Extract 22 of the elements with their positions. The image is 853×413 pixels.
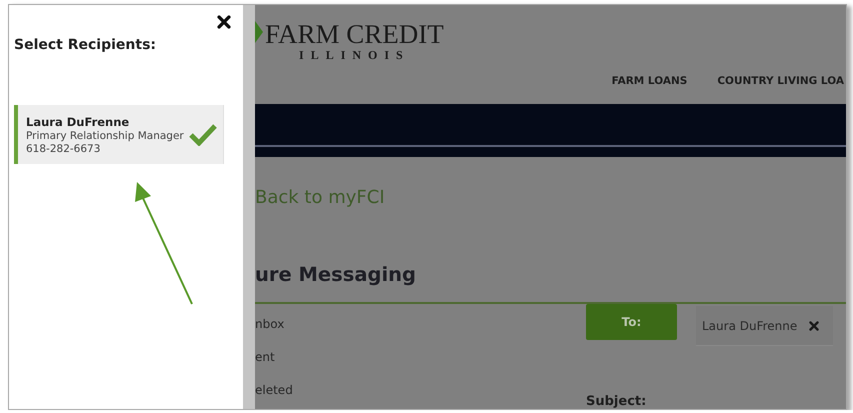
page-heading: ure Messaging [255, 263, 417, 286]
close-button[interactable] [217, 15, 231, 29]
check-icon [189, 124, 217, 146]
subject-label: Subject: [586, 394, 648, 409]
logo-subtitle: ILLINOIS [299, 48, 410, 62]
nav-link[interactable]: COUNTRY LIVING LOA [717, 75, 844, 101]
folder-link[interactable]: nbox [255, 316, 586, 333]
remove-icon [809, 320, 820, 330]
scrollbar[interactable] [243, 5, 255, 409]
folder-link[interactable]: ent [255, 349, 586, 366]
recipient-card[interactable]: Laura DuFrenne Primary Relationship Manager 618-282-6673 [14, 105, 224, 164]
recipient-role: Primary Relationship Manager [26, 130, 185, 142]
to-button[interactable]: To: [586, 304, 677, 340]
back-link[interactable]: Back to myFCI [255, 187, 846, 208]
panel-title: Select Recipients: [14, 37, 158, 53]
chip-name: Laura DuFrenne [702, 318, 798, 332]
logo-title: FARM CREDIT [265, 21, 444, 48]
nav-link[interactable]: FARM LOANS [612, 75, 688, 101]
close-icon [217, 15, 231, 29]
recipient-phone: 618-282-6673 [26, 142, 102, 154]
recipient-name: Laura DuFrenne [26, 114, 130, 128]
folder-link[interactable]: eleted [255, 382, 586, 399]
